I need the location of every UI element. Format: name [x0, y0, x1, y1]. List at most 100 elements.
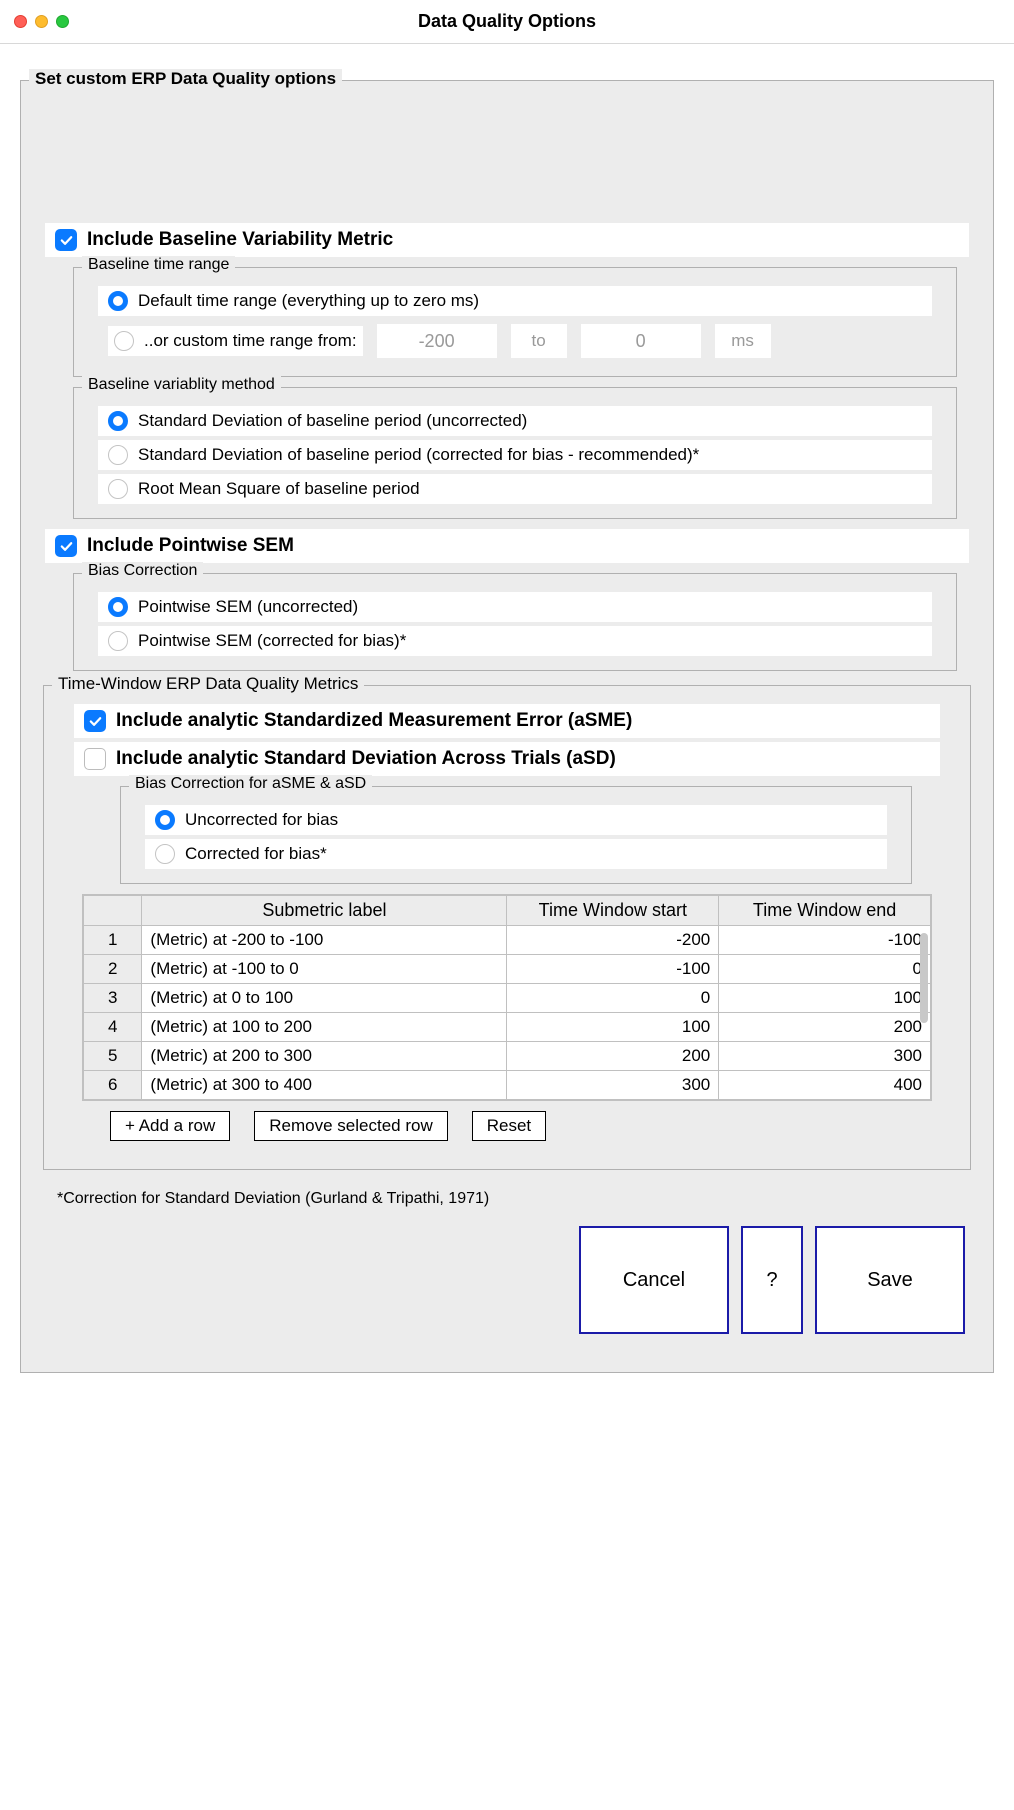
- baseline-to-label: to: [511, 324, 567, 358]
- main-fieldset: Set custom ERP Data Quality options Incl…: [20, 80, 994, 1373]
- table-row[interactable]: 5(Metric) at 200 to 300200300: [84, 1042, 931, 1071]
- row-end[interactable]: 100: [719, 984, 931, 1013]
- baseline-range-fieldset: Baseline time range Default time range (…: [73, 267, 957, 377]
- row-index: 6: [84, 1071, 142, 1100]
- baseline-method-opt3-label: Root Mean Square of baseline period: [138, 479, 420, 499]
- row-end[interactable]: 300: [719, 1042, 931, 1071]
- table-row[interactable]: 6(Metric) at 300 to 400300400: [84, 1071, 931, 1100]
- asme-bias-legend: Bias Correction for aSME & aSD: [129, 775, 372, 793]
- table-header-label: Submetric label: [142, 896, 507, 926]
- sem-bias-opt1-label: Pointwise SEM (uncorrected): [138, 597, 358, 617]
- baseline-method-opt3-row[interactable]: Root Mean Square of baseline period: [98, 474, 932, 504]
- row-end[interactable]: -100: [719, 926, 931, 955]
- table-row[interactable]: 3(Metric) at 0 to 1000100: [84, 984, 931, 1013]
- row-index: 1: [84, 926, 142, 955]
- row-label[interactable]: (Metric) at -200 to -100: [142, 926, 507, 955]
- row-label[interactable]: (Metric) at 200 to 300: [142, 1042, 507, 1071]
- include-asme-check-row[interactable]: Include analytic Standardized Measuremen…: [74, 704, 940, 738]
- radio-selected-icon[interactable]: [108, 411, 128, 431]
- sem-bias-opt2-row[interactable]: Pointwise SEM (corrected for bias)*: [98, 626, 932, 656]
- asme-bias-opt1-row[interactable]: Uncorrected for bias: [145, 805, 887, 835]
- radio-icon[interactable]: [114, 331, 134, 351]
- row-index: 4: [84, 1013, 142, 1042]
- row-label[interactable]: (Metric) at -100 to 0: [142, 955, 507, 984]
- radio-icon[interactable]: [108, 445, 128, 465]
- window-title: Data Quality Options: [0, 11, 1014, 32]
- baseline-range-custom-label: ..or custom time range from:: [144, 331, 357, 351]
- baseline-method-opt1-label: Standard Deviation of baseline period (u…: [138, 411, 527, 431]
- titlebar: Data Quality Options: [0, 0, 1014, 44]
- radio-icon[interactable]: [155, 844, 175, 864]
- row-start[interactable]: 0: [507, 984, 719, 1013]
- row-start[interactable]: -200: [507, 926, 719, 955]
- scrollbar[interactable]: [920, 933, 928, 1023]
- asme-bias-opt2-row[interactable]: Corrected for bias*: [145, 839, 887, 869]
- row-end[interactable]: 400: [719, 1071, 931, 1100]
- remove-row-button[interactable]: Remove selected row: [254, 1111, 447, 1141]
- row-start[interactable]: 300: [507, 1071, 719, 1100]
- radio-icon[interactable]: [108, 479, 128, 499]
- table-row[interactable]: 2(Metric) at -100 to 0-1000: [84, 955, 931, 984]
- baseline-range-default-label: Default time range (everything up to zer…: [138, 291, 479, 311]
- save-button[interactable]: Save: [815, 1226, 965, 1334]
- sem-bias-legend: Bias Correction: [82, 562, 203, 580]
- row-end[interactable]: 0: [719, 955, 931, 984]
- row-index: 2: [84, 955, 142, 984]
- sem-bias-opt2-label: Pointwise SEM (corrected for bias)*: [138, 631, 406, 651]
- table-row[interactable]: 1(Metric) at -200 to -100-200-100: [84, 926, 931, 955]
- baseline-method-opt1-row[interactable]: Standard Deviation of baseline period (u…: [98, 406, 932, 436]
- timewindow-legend: Time-Window ERP Data Quality Metrics: [52, 674, 364, 694]
- include-asme-label: Include analytic Standardized Measuremen…: [116, 710, 632, 732]
- row-index: 3: [84, 984, 142, 1013]
- timewindow-fieldset: Time-Window ERP Data Quality Metrics Inc…: [43, 685, 971, 1170]
- baseline-method-opt2-label: Standard Deviation of baseline period (c…: [138, 445, 699, 465]
- table-header-blank: [84, 896, 142, 926]
- baseline-method-fieldset: Baseline variablity method Standard Devi…: [73, 387, 957, 519]
- baseline-range-default-row[interactable]: Default time range (everything up to zer…: [98, 286, 932, 316]
- help-button[interactable]: ?: [741, 1226, 803, 1334]
- baseline-from-input[interactable]: [377, 324, 497, 358]
- submetric-table-wrap: Submetric label Time Window start Time W…: [82, 894, 932, 1101]
- cancel-button[interactable]: Cancel: [579, 1226, 729, 1334]
- reset-button[interactable]: Reset: [472, 1111, 546, 1141]
- include-baseline-label: Include Baseline Variability Metric: [87, 229, 393, 251]
- table-row[interactable]: 4(Metric) at 100 to 200100200: [84, 1013, 931, 1042]
- row-index: 5: [84, 1042, 142, 1071]
- checkbox-checked-icon[interactable]: [84, 710, 106, 732]
- row-start[interactable]: 200: [507, 1042, 719, 1071]
- baseline-unit-label: ms: [715, 324, 771, 358]
- checkbox-checked-icon[interactable]: [55, 535, 77, 557]
- asme-bias-fieldset: Bias Correction for aSME & aSD Uncorrect…: [120, 786, 912, 884]
- row-start[interactable]: 100: [507, 1013, 719, 1042]
- baseline-range-custom-row[interactable]: ..or custom time range from: to ms: [98, 320, 932, 362]
- row-start[interactable]: -100: [507, 955, 719, 984]
- footnote: *Correction for Standard Deviation (Gurl…: [57, 1190, 967, 1208]
- asme-bias-opt1-label: Uncorrected for bias: [185, 810, 338, 830]
- checkbox-checked-icon[interactable]: [55, 229, 77, 251]
- asme-bias-opt2-label: Corrected for bias*: [185, 844, 327, 864]
- baseline-method-legend: Baseline variablity method: [82, 376, 281, 394]
- include-asd-check-row[interactable]: Include analytic Standard Deviation Acro…: [74, 742, 940, 776]
- include-sem-label: Include Pointwise SEM: [87, 535, 294, 557]
- baseline-range-legend: Baseline time range: [82, 256, 235, 274]
- sem-bias-fieldset: Bias Correction Pointwise SEM (uncorrect…: [73, 573, 957, 671]
- radio-selected-icon[interactable]: [108, 597, 128, 617]
- radio-selected-icon[interactable]: [108, 291, 128, 311]
- baseline-method-opt2-row[interactable]: Standard Deviation of baseline period (c…: [98, 440, 932, 470]
- row-end[interactable]: 200: [719, 1013, 931, 1042]
- checkbox-unchecked-icon[interactable]: [84, 748, 106, 770]
- include-baseline-check-row[interactable]: Include Baseline Variability Metric: [45, 223, 969, 257]
- sem-bias-opt1-row[interactable]: Pointwise SEM (uncorrected): [98, 592, 932, 622]
- include-asd-label: Include analytic Standard Deviation Acro…: [116, 748, 616, 770]
- table-header-end: Time Window end: [719, 896, 931, 926]
- submetric-table[interactable]: Submetric label Time Window start Time W…: [83, 895, 931, 1100]
- row-label[interactable]: (Metric) at 300 to 400: [142, 1071, 507, 1100]
- radio-selected-icon[interactable]: [155, 810, 175, 830]
- row-label[interactable]: (Metric) at 0 to 100: [142, 984, 507, 1013]
- add-row-button[interactable]: + Add a row: [110, 1111, 230, 1141]
- radio-icon[interactable]: [108, 631, 128, 651]
- baseline-to-input[interactable]: [581, 324, 701, 358]
- table-header-start: Time Window start: [507, 896, 719, 926]
- row-label[interactable]: (Metric) at 100 to 200: [142, 1013, 507, 1042]
- include-sem-check-row[interactable]: Include Pointwise SEM: [45, 529, 969, 563]
